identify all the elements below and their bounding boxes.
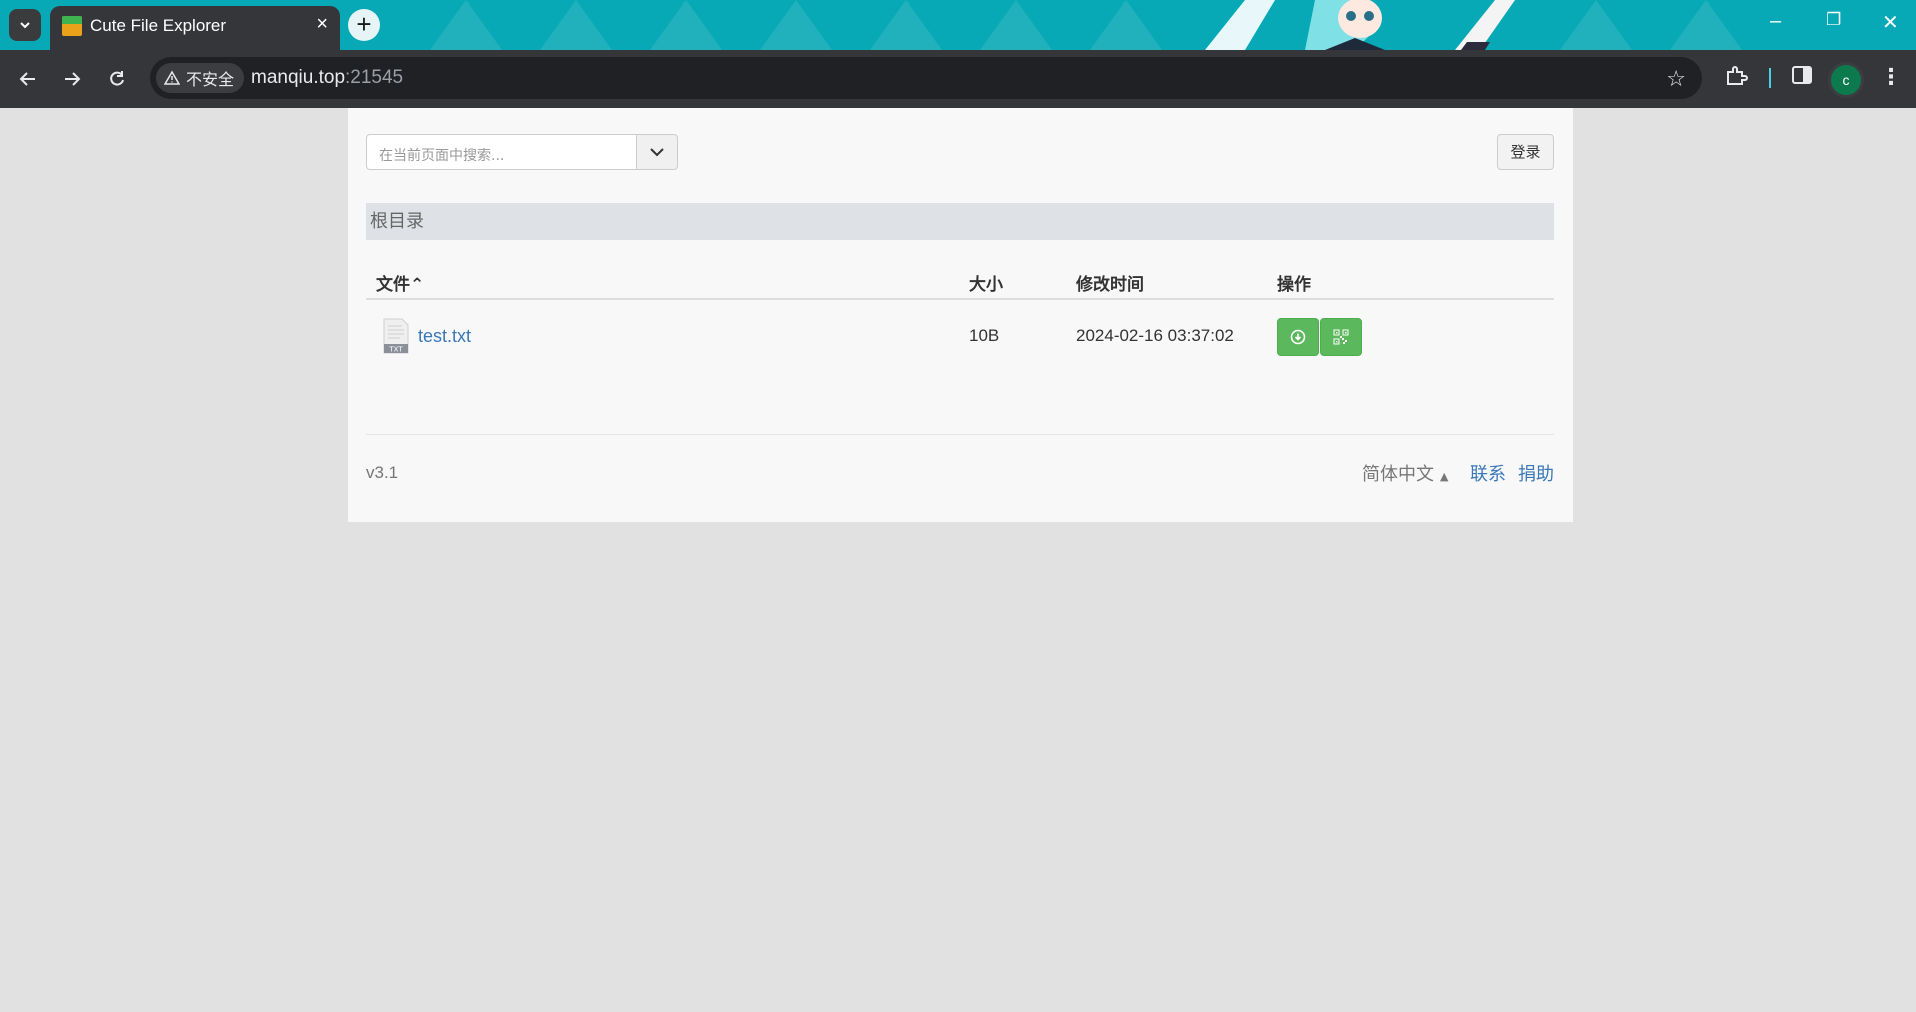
arrow-left-icon	[19, 72, 35, 86]
txt-file-icon: TXT	[383, 318, 409, 354]
column-actions: 操作	[1277, 275, 1311, 295]
url-port: :21545	[345, 67, 404, 88]
close-window-icon[interactable]: ✕	[1882, 10, 1899, 35]
file-mtime: 2024-02-16 03:37:02	[1076, 326, 1234, 345]
warning-icon	[164, 70, 180, 85]
bookmark-star-icon[interactable]: ☆	[1666, 66, 1686, 92]
decor-triangle	[760, 0, 832, 50]
caret-up-icon: ▲	[1440, 470, 1449, 483]
language-selector[interactable]: 简体中文 ▲	[1362, 460, 1448, 486]
decor-triangle	[870, 0, 942, 50]
browser-toolbar: 不安全 manqiu.top:21545 ☆ c ⋮	[0, 50, 1916, 108]
reload-icon	[110, 71, 124, 86]
chevron-down-icon	[20, 22, 30, 29]
address-bar[interactable]: 不安全 manqiu.top:21545 ☆	[150, 57, 1702, 99]
table-header: 文件⌃ 大小 修改时间 操作	[366, 258, 1554, 300]
download-icon	[1290, 329, 1306, 345]
toolbar-divider	[1769, 68, 1771, 88]
minimize-icon[interactable]: –	[1770, 10, 1781, 33]
profile-avatar[interactable]: c	[1828, 62, 1864, 98]
file-size: 10B	[969, 326, 1000, 345]
search-input[interactable]: 在当前页面中搜索...	[366, 134, 636, 170]
file-link[interactable]: test.txt	[418, 326, 471, 347]
decor-triangle	[430, 0, 502, 50]
decor-triangle	[980, 0, 1052, 50]
site-security-chip[interactable]: 不安全	[156, 63, 245, 93]
decor-triangle	[1560, 0, 1632, 50]
decor-triangle	[1090, 0, 1162, 50]
column-file[interactable]: 文件⌃	[376, 270, 424, 295]
download-button[interactable]	[1277, 318, 1319, 356]
reload-button[interactable]	[101, 63, 133, 95]
side-panel-button[interactable]	[1791, 64, 1813, 91]
back-button[interactable]	[12, 63, 44, 95]
language-label: 简体中文	[1362, 464, 1434, 485]
contact-link[interactable]: 联系	[1470, 460, 1506, 486]
file-type-badge: TXT	[388, 346, 403, 354]
forward-button[interactable]	[56, 63, 88, 95]
decor-triangle	[1670, 0, 1742, 50]
footer-divider	[366, 434, 1554, 435]
extensions-button[interactable]	[1724, 64, 1748, 93]
favicon-icon	[62, 16, 82, 36]
tab-search-button[interactable]	[9, 9, 41, 41]
restore-icon[interactable]: ❐	[1826, 10, 1841, 30]
decor-triangle	[540, 0, 612, 50]
login-button[interactable]: 登录	[1497, 134, 1554, 170]
file-explorer-panel: 在当前页面中搜索... 登录 根目录 文件⌃ 大小 修改时间 操作 TXT te…	[348, 108, 1573, 522]
decor-triangle	[650, 0, 722, 50]
version-label: v3.1	[366, 463, 399, 482]
puzzle-icon	[1727, 66, 1748, 85]
sort-asc-icon: ⌃	[410, 275, 425, 295]
qrcode-icon	[1333, 329, 1349, 345]
url-text[interactable]: manqiu.top:21545	[251, 67, 403, 89]
new-tab-button[interactable]: +	[348, 9, 380, 41]
breadcrumb[interactable]: 根目录	[366, 203, 1554, 240]
theme-character-image	[1205, 0, 1515, 50]
qrcode-button[interactable]	[1320, 318, 1362, 356]
column-mtime[interactable]: 修改时间	[1076, 270, 1144, 295]
insecure-label: 不安全	[186, 72, 235, 89]
close-tab-icon[interactable]: ×	[316, 13, 328, 36]
tab-title: Cute File Explorer	[90, 16, 227, 35]
browser-titlebar: Cute File Explorer × + – ❐ ✕	[0, 0, 1916, 50]
browser-tab-active[interactable]: Cute File Explorer ×	[50, 6, 340, 50]
search-dropdown-button[interactable]	[636, 134, 678, 170]
url-host: manqiu.top	[251, 67, 346, 88]
chevron-down-icon	[650, 148, 664, 157]
donate-link[interactable]: 捐助	[1518, 460, 1554, 486]
side-panel-icon	[1792, 66, 1812, 84]
table-row: TXT test.txt 10B 2024-02-16 03:37:02	[366, 300, 1554, 368]
arrow-right-icon	[65, 72, 81, 86]
more-menu-icon[interactable]: ⋮	[1880, 64, 1902, 90]
column-size[interactable]: 大小	[969, 270, 1003, 295]
